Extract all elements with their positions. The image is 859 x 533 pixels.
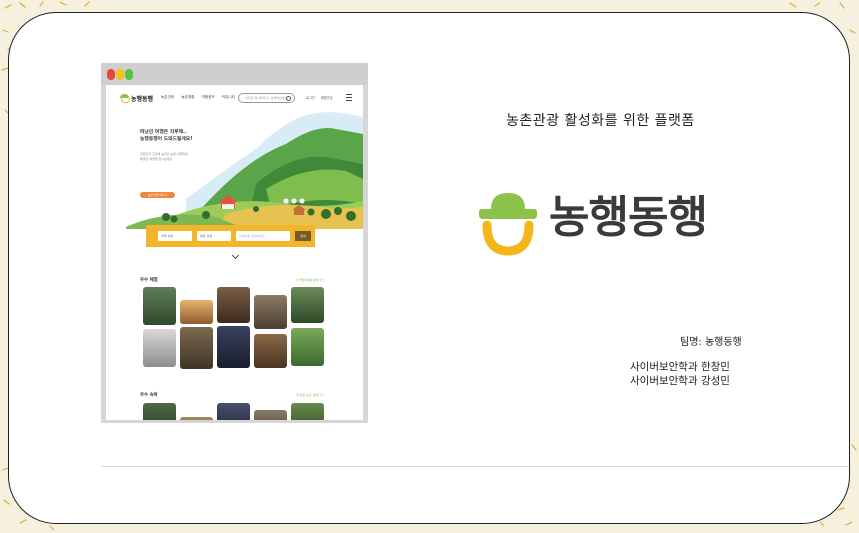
mockup-logo-text: 농행동행 [131,96,154,103]
mockup-card [217,403,250,420]
window-minimize-dot [116,69,124,80]
website-mockup: 농행동행 농촌관광 농촌체험 여행정보 커뮤니티 어디로 떠나볼까요? 검색해보… [101,63,368,423]
team-member: 사이버보안학과 한창민 [630,361,730,373]
search-icon [286,95,291,101]
mockup-card [217,287,250,323]
mockup-card [291,403,324,420]
mockup-card [254,410,287,420]
mockup-type-select: 체험 유형 [197,231,231,241]
mockup-nav-item: 커뮤니티 [221,95,235,99]
mockup-search-band: 지역 선택 체험 유형 검색어를 입력하세요 검색 [146,225,315,247]
brand-name: 농행동행 [549,192,708,243]
mockup-card [254,334,287,368]
mockup-navbar: 농행동행 농촌관광 농촌체험 여행정보 커뮤니티 어디로 떠나볼까요? 검색해보… [106,85,363,109]
browser-titlebar [101,63,368,85]
mockup-logo-icon [120,94,130,103]
team-member: 사이버보안학과 강성민 [630,375,730,387]
slide-card: 농행동행 농촌관광 농촌체험 여행정보 커뮤니티 어디로 떠나볼까요? 검색해보… [8,12,850,524]
mockup-section-more-link: 더 많은 숙소 보러가기 [296,393,324,397]
mockup-logo: 농행동행 [120,94,153,103]
slide-subtitle: 농촌관광 활성화를 위한 플랫폼 [506,113,695,129]
hero-landscape-illustration [126,112,363,229]
mockup-card [143,403,176,420]
mockup-nav-item: 농촌관광 [161,95,175,99]
mockup-card [180,417,213,420]
mockup-search-button: 검색 [295,231,311,241]
mockup-util-links: 로그인 회원가입 [306,95,333,100]
mockup-login-link: 로그인 [306,96,315,100]
mockup-card [143,329,176,367]
mockup-card [291,287,324,323]
mockup-nav-links: 농촌관광 농촌체험 여행정보 커뮤니티 [161,95,235,100]
mockup-card [180,327,213,369]
mockup-hero-description: 대한민국 곳곳에 숨겨진 농촌 여행지와 특별한 체험을 만나보세요 [140,152,188,161]
mockup-card [254,295,287,329]
mockup-section-title: 우수 숙박 [140,393,158,398]
mockup-nav-item: 여행정보 [201,95,215,99]
mockup-section-more-link: 더 많은 체험 보러가기 [296,278,324,282]
team-name: 팀명: 농행동행 [680,337,742,348]
mockup-keyword-input: 검색어를 입력하세요 [236,231,290,241]
chevron-down-icon [231,251,240,260]
hamburger-menu-icon [346,94,352,101]
mockup-search-placeholder: 어디로 떠나볼까요? 검색해보세요 [245,95,288,100]
mockup-section-title: 우수 체험 [140,278,158,283]
mockup-card [180,300,213,324]
mockup-hero-title: 떠났던 여행은 지루해.. 농행동행이 도와드릴게요! [140,130,193,142]
window-close-dot [107,69,115,80]
mockup-hero-button: 농촌여행 떠나기 [140,192,175,198]
mockup-card [143,287,176,325]
window-maximize-dot [125,69,133,80]
mockup-card [291,328,324,366]
mockup-signup-link: 회원가입 [320,96,333,100]
brand-logo-icon [479,193,537,256]
mockup-nav-item: 농촌체험 [181,95,195,99]
mockup-region-select: 지역 선택 [158,231,192,241]
mockup-card [217,326,250,368]
slide-divider [101,466,849,467]
mockup-hero: 떠났던 여행은 지루해.. 농행동행이 도와드릴게요! 대한민국 곳곳에 숨겨진… [106,109,363,229]
mockup-search-box: 어디로 떠나볼까요? 검색해보세요 [238,93,295,103]
mockup-viewport: 농행동행 농촌관광 농촌체험 여행정보 커뮤니티 어디로 떠나볼까요? 검색해보… [106,85,363,420]
